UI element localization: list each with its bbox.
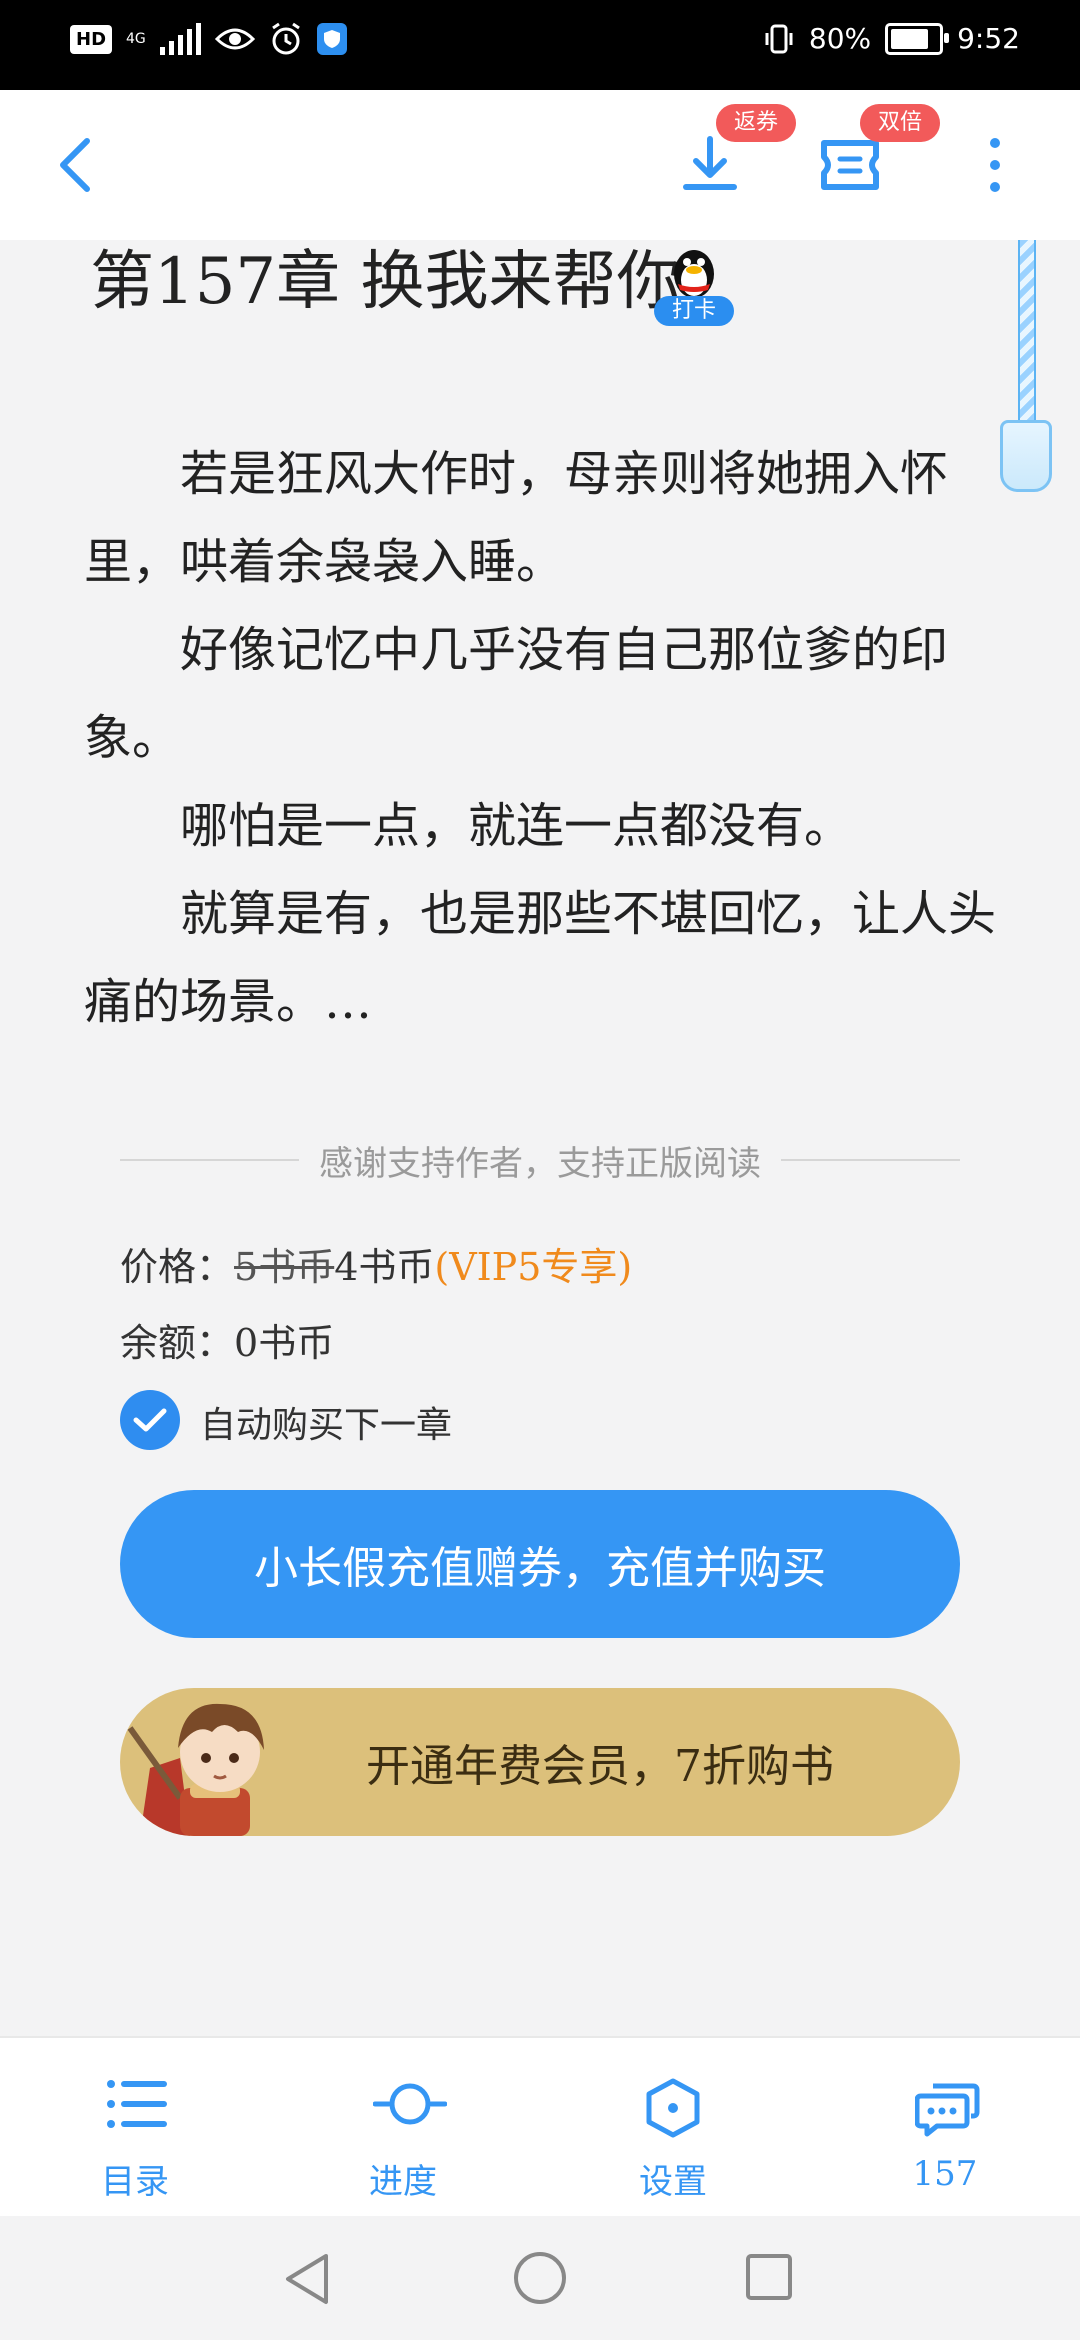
toolbar-label: 设置 xyxy=(639,2162,707,2202)
ticket-icon xyxy=(821,140,879,190)
shield-icon xyxy=(316,23,347,55)
back-button[interactable] xyxy=(30,120,120,210)
toolbar-catalog[interactable]: 目录 xyxy=(35,2038,235,2218)
chevron-left-icon xyxy=(60,138,90,192)
auto-buy-label[interactable]: 自动购买下一章 xyxy=(200,1396,452,1448)
nav-recents-icon[interactable] xyxy=(744,2252,794,2302)
mascot-avatar xyxy=(127,1703,264,1836)
price-row: 价格：5书币4书币(VIP5专享) xyxy=(120,1236,632,1291)
chapter-title: 第157章 换我来帮你 xyxy=(90,245,681,319)
alarm-icon xyxy=(271,22,300,55)
toolbar-settings[interactable]: 设置 xyxy=(573,2038,773,2218)
comments-icon xyxy=(915,2083,980,2137)
check-icon xyxy=(133,1408,167,1432)
vibrate-icon xyxy=(765,24,793,53)
status-right: 80% 9:52 xyxy=(763,22,1020,55)
chapter-content: 若是狂风大作时，母亲则将她拥入怀里，哄着余袅袅入睡。 好像记忆中几乎没有自己那位… xyxy=(84,430,1004,1046)
toolbar-progress[interactable]: 进度 xyxy=(303,2038,503,2218)
original-price: 5书币 xyxy=(234,1245,335,1289)
nav-back-icon[interactable] xyxy=(282,2252,332,2306)
paragraph: 就算是有，也是那些不堪回忆，让人头痛的场景。… xyxy=(84,886,997,1030)
clock: 9:52 xyxy=(957,22,1020,55)
paragraph: 若是狂风大作时，母亲则将她拥入怀里，哄着余袅袅入睡。 xyxy=(84,446,949,590)
toolbar-comments[interactable]: 157 xyxy=(845,2038,1045,2218)
recharge-purchase-button[interactable]: 小长假充值赠券，充值并购买 xyxy=(120,1490,960,1638)
support-text: 感谢支持作者，支持正版阅读 xyxy=(319,1143,761,1184)
reader-top-bar: 返券 双倍 xyxy=(0,90,1080,240)
hd-badge: HD xyxy=(70,24,113,54)
paragraph: 哪怕是一点，就连一点都没有。 xyxy=(180,798,853,854)
battery-icon xyxy=(885,22,950,55)
network-type: 4G xyxy=(126,31,146,47)
toolbar-label: 目录 xyxy=(101,2162,169,2202)
status-bar: HD 4G 80% 9:52 xyxy=(0,0,1080,90)
settings-icon xyxy=(646,2078,700,2138)
coupon-badge: 双倍 xyxy=(860,104,941,142)
price-label: 价格： xyxy=(120,1245,235,1289)
reader-toolbar: 目录 进度 设置 157 xyxy=(0,2036,1080,2218)
toolbar-label: 157 xyxy=(912,2154,978,2194)
more-vertical-icon xyxy=(990,138,1000,192)
eye-icon xyxy=(214,28,255,50)
current-price: 4书币 xyxy=(334,1245,435,1289)
pull-rope[interactable] xyxy=(1018,240,1036,440)
member-button-label: 开通年费会员，7折购书 xyxy=(366,1741,834,1792)
member-button[interactable]: 开通年费会员，7折购书 xyxy=(120,1688,960,1836)
download-icon xyxy=(683,136,737,190)
list-icon xyxy=(107,2080,167,2128)
penguin-icon xyxy=(674,250,714,298)
progress-icon xyxy=(373,2083,447,2125)
signal-icon xyxy=(159,23,201,55)
pull-rope-handle[interactable] xyxy=(1000,420,1052,492)
balance-label: 余额： xyxy=(120,1321,235,1365)
paragraph: 好像记忆中几乎没有自己那位爹的印象。 xyxy=(84,622,949,766)
nav-home-icon[interactable] xyxy=(512,2250,568,2306)
vip-note: (VIP5专享) xyxy=(434,1245,633,1289)
punch-card-label: 打卡 xyxy=(654,296,734,326)
balance-value: 0书币 xyxy=(234,1321,335,1365)
support-divider: 感谢支持作者，支持正版阅读 xyxy=(120,1140,960,1184)
balance-row: 余额：0书币 xyxy=(120,1312,334,1367)
auto-buy-checkbox[interactable] xyxy=(120,1390,180,1450)
toolbar-label: 进度 xyxy=(369,2162,437,2202)
battery-percent: 80% xyxy=(808,22,872,55)
system-nav-bar xyxy=(0,2216,1080,2340)
download-badge: 返券 xyxy=(716,104,797,142)
punch-card-button[interactable]: 打卡 xyxy=(650,240,740,330)
more-button[interactable] xyxy=(960,120,1030,210)
status-left: HD 4G xyxy=(70,22,347,56)
